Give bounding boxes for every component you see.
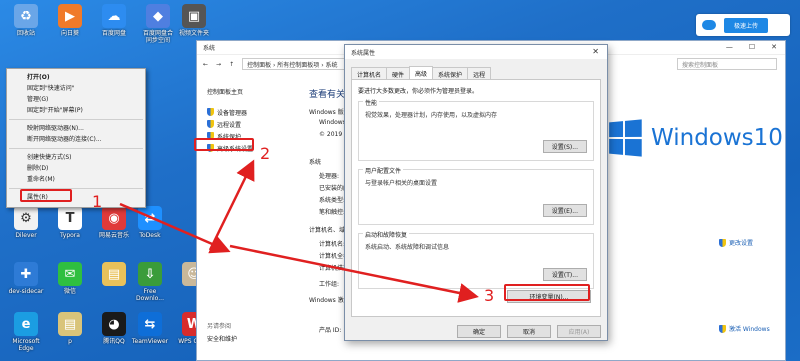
arrow-3 <box>229 244 479 303</box>
cloud-icon <box>702 20 716 30</box>
baidu-cloud-bar: 极速上传 <box>696 14 790 36</box>
annotation-arrows <box>119 159 479 303</box>
upload-button[interactable]: 极速上传 <box>724 17 769 33</box>
arrow-1 <box>119 202 231 254</box>
arrow-2 <box>208 159 255 251</box>
